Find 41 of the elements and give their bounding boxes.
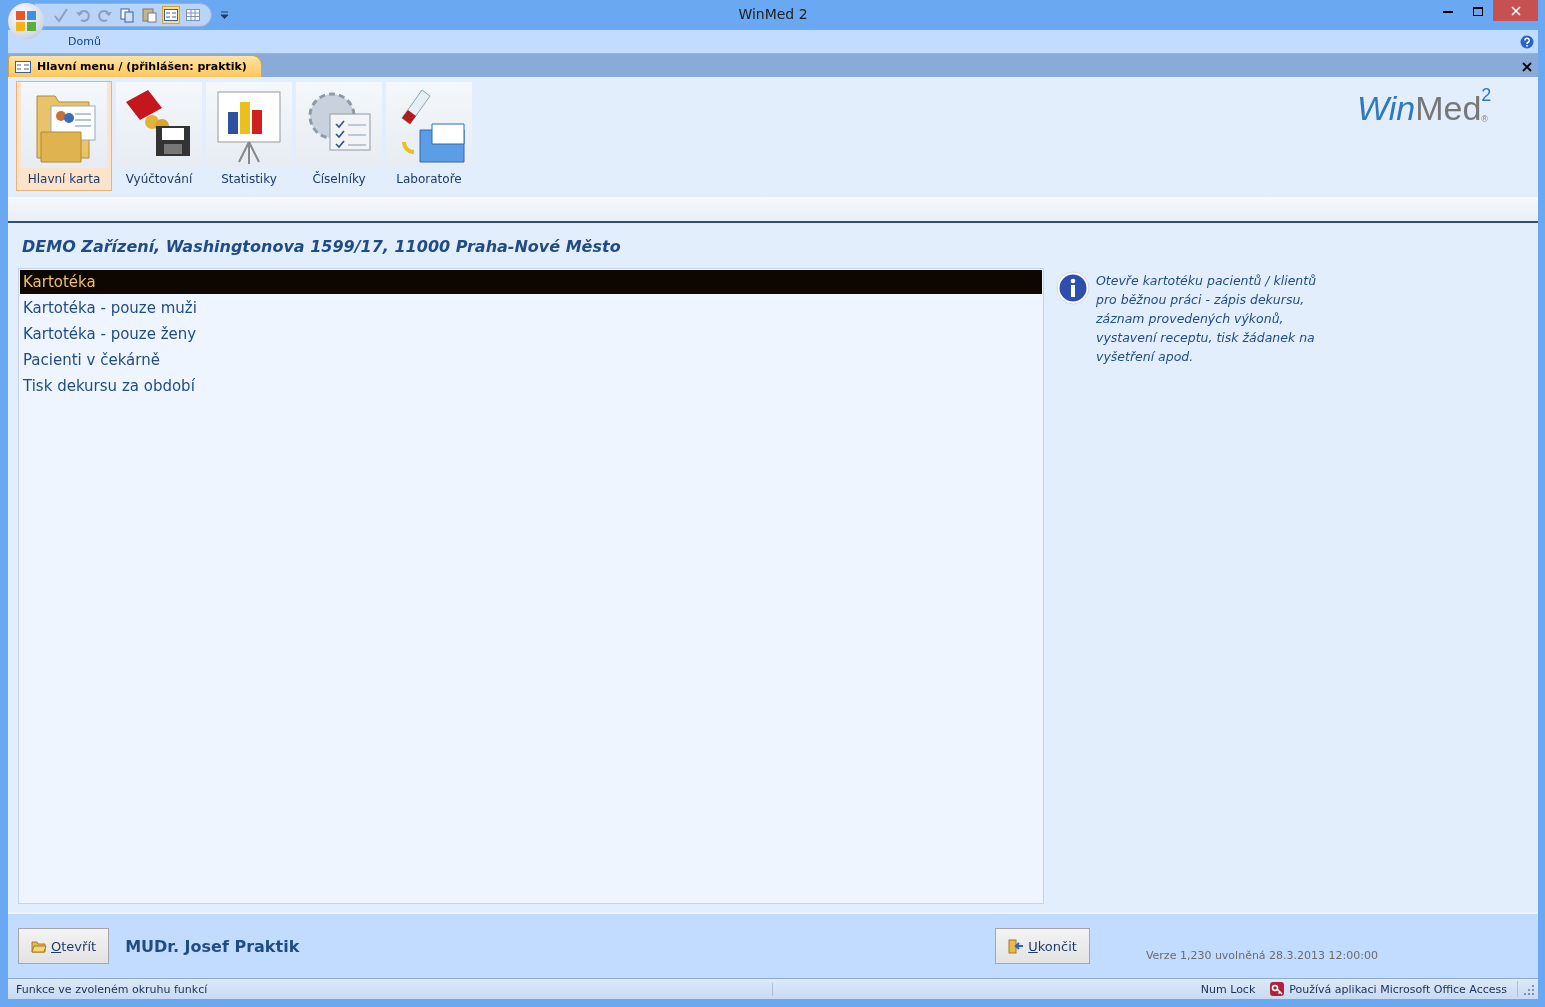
- close-icon: [1510, 5, 1521, 16]
- exit-button[interactable]: Ukončit: [995, 928, 1090, 964]
- list-item[interactable]: Pacienti v čekárně: [20, 348, 1042, 372]
- ribbon-tab[interactable]: Domů: [66, 35, 103, 48]
- spellcheck-icon[interactable]: [53, 7, 69, 23]
- logo-text: Med: [1415, 89, 1482, 128]
- help-icon[interactable]: [1520, 34, 1534, 49]
- list-item[interactable]: Kartotéka - pouze muži: [20, 296, 1042, 320]
- description-text: Otevře kartotéku pacientů / klientů pro běžnou práci - zápis dekursu, záznam provedených výkonů, vystavení receptu, tisk žádanek na vyšetření apod.: [1096, 272, 1318, 366]
- list-item[interactable]: Tisk dekursu za období: [20, 374, 1042, 398]
- maximize-icon: [1473, 6, 1483, 16]
- datasheet-icon[interactable]: [185, 7, 201, 23]
- status-app-text: Používá aplikaci Microsoft Office Access: [1289, 982, 1507, 996]
- document-tab[interactable]: Hlavní menu / (přihlášen: praktik): [8, 55, 262, 77]
- minimize-icon: [1443, 9, 1453, 13]
- undo-icon[interactable]: [75, 7, 91, 23]
- form-icon: [15, 60, 31, 73]
- list-item[interactable]: Kartotéka - pouze ženy: [20, 322, 1042, 346]
- version-text: Verze 1,230 uvolněná 28.3.2013 12:00:00: [1145, 948, 1378, 962]
- folder-icon: [31, 938, 47, 954]
- dropdown-caret-icon[interactable]: [220, 11, 229, 19]
- num-lock-indicator: Num Lock: [1200, 982, 1256, 996]
- key-app-icon: [1269, 981, 1286, 997]
- redo-icon[interactable]: [97, 7, 113, 23]
- logo-superscript: 2: [1481, 85, 1492, 105]
- user-name: MUDr. Josef Praktik: [125, 936, 300, 956]
- form-view-icon[interactable]: [163, 7, 179, 23]
- close-icon[interactable]: [1522, 62, 1532, 72]
- paste-icon[interactable]: [141, 7, 157, 23]
- squares-logo-icon: [15, 10, 37, 32]
- registered-mark: ®: [1481, 114, 1488, 124]
- door-arrow-icon: [1008, 938, 1025, 954]
- copy-icon[interactable]: [119, 7, 135, 23]
- toolbar-button[interactable]: Hlavní karta: [16, 81, 112, 191]
- info-icon: [1056, 271, 1090, 305]
- status-message: Funkce ve zvoleném okruhu funkcí: [8, 982, 773, 996]
- window-title: WinMed 2: [737, 6, 809, 22]
- list-item[interactable]: Kartotéka: [20, 270, 1042, 294]
- facility-heading: DEMO Zařízení, Washingtonova 1599/17, 11000 Praha-Nové Město: [22, 237, 622, 256]
- open-button[interactable]: Otevřít: [18, 928, 110, 964]
- logo-text: Win: [1356, 89, 1416, 128]
